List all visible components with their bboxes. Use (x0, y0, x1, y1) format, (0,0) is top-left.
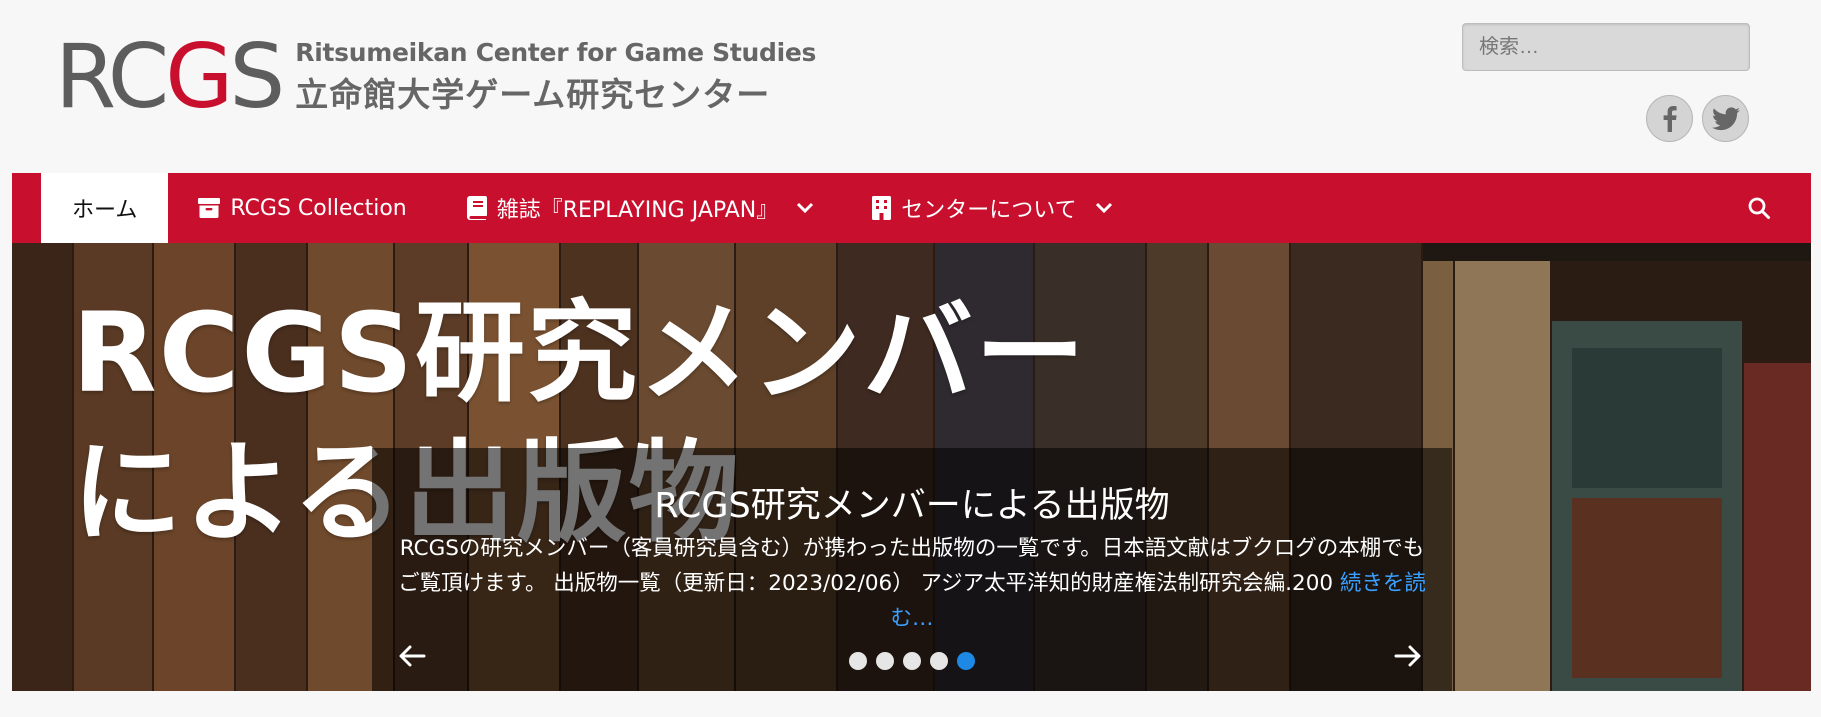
slide-caption-text: RCGSの研究メンバー（客員研究員含む）が携わった出版物の一覧です。日本語文献は… (398, 536, 1425, 596)
nav-item-label: RCGS Collection (230, 195, 407, 221)
slide-image-title-line-1: RCGS研究メンバー (72, 289, 1087, 417)
nav-item-home[interactable]: ホーム (41, 173, 169, 243)
chevron-down-icon (796, 202, 814, 214)
book-icon (466, 196, 487, 220)
site-logo[interactable]: RC G S Ritsumeikan Center for Game Studies… (55, 25, 816, 128)
slider-next-button[interactable] (1394, 644, 1422, 672)
building-icon (872, 196, 892, 220)
nav-item-label: センターについて (901, 198, 1077, 223)
slider-dot-active[interactable] (957, 652, 975, 670)
logo-text: Ritsumeikan Center for Game Studies 立命館大… (295, 38, 816, 116)
logo-mark-g: G (165, 25, 233, 128)
nav-item-replaying-japan[interactable]: 雑誌『REPLAYING JAPAN』 (466, 173, 815, 243)
chevron-down-icon (1095, 202, 1113, 214)
logo-japanese-name: 立命館大学ゲーム研究センター (295, 75, 771, 114)
archive-box-icon (198, 197, 221, 219)
twitter-icon (1711, 106, 1740, 130)
nav-search-button[interactable] (1747, 196, 1771, 224)
slider-dot[interactable] (849, 652, 867, 670)
arrow-right-icon (1394, 645, 1421, 667)
slider-dot[interactable] (930, 652, 948, 670)
slide-caption: RCGS研究メンバーによる出版物 RCGSの研究メンバー（客員研究員含む）が携わ… (372, 448, 1452, 691)
main-navigation: ホーム RCGS Collection 雑誌『REPLAYING JAPAN』 (12, 173, 1811, 243)
logo-mark-s: S (229, 25, 285, 128)
hero-slider: RCGS研究メンバー による出版物 RCGS研究メンバーによる出版物 RCGSの… (12, 243, 1811, 691)
logo-mark: RC G S (55, 25, 285, 128)
slide-caption-title: RCGS研究メンバーによる出版物 (654, 486, 1170, 526)
slider-dot[interactable] (876, 652, 894, 670)
slide-caption-body: RCGSの研究メンバー（客員研究員含む）が携わった出版物の一覧です。日本語文献は… (396, 531, 1428, 636)
search-icon (1748, 197, 1770, 219)
nav-item-rcgs-collection[interactable]: RCGS Collection (198, 173, 407, 243)
nav-item-label: ホーム (72, 198, 138, 223)
logo-english-name: Ritsumeikan Center for Game Studies (295, 38, 817, 67)
nav-item-label: 雑誌『REPLAYING JAPAN』 (496, 198, 779, 223)
facebook-link[interactable] (1646, 95, 1693, 142)
logo-mark-rc: RC (55, 25, 169, 128)
slider-pagination (372, 652, 1452, 670)
facebook-icon (1663, 105, 1677, 132)
search-input[interactable] (1462, 23, 1750, 71)
slider-dot[interactable] (903, 652, 921, 670)
twitter-link[interactable] (1702, 95, 1749, 142)
nav-item-about-center[interactable]: センターについて (872, 173, 1112, 243)
